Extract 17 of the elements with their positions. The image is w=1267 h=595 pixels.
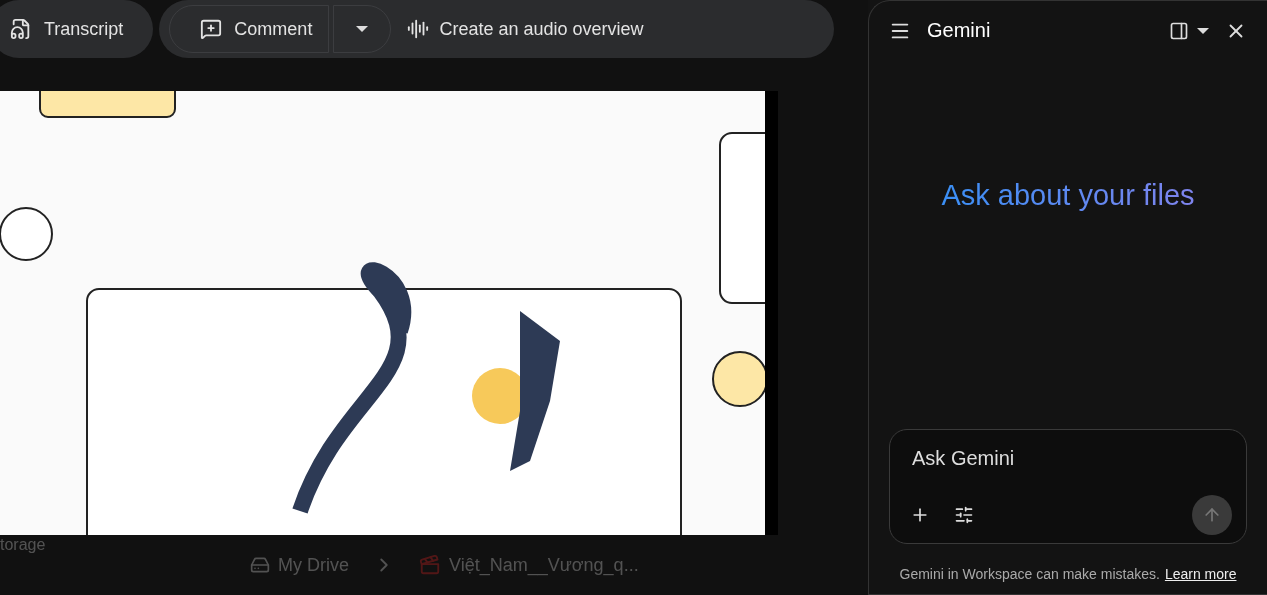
transcript-button[interactable]: Transcript bbox=[0, 0, 154, 58]
tools-button[interactable] bbox=[954, 505, 974, 525]
disclaimer-text: Gemini in Workspace can make mistakes. bbox=[899, 566, 1160, 582]
audio-overview-button[interactable]: Create an audio overview bbox=[395, 5, 656, 53]
drive-icon bbox=[250, 555, 270, 575]
comment-icon bbox=[200, 18, 223, 40]
learn-more-link[interactable]: Learn more bbox=[1164, 566, 1237, 582]
storage-text: torage bbox=[0, 536, 47, 554]
audio-icon bbox=[407, 18, 430, 40]
video-file-icon bbox=[419, 554, 441, 576]
layout-button[interactable] bbox=[1169, 20, 1209, 41]
send-button[interactable] bbox=[1192, 495, 1232, 535]
transcript-icon bbox=[10, 18, 32, 40]
caret-icon bbox=[1197, 27, 1209, 34]
caret-icon bbox=[356, 26, 369, 32]
prompt-input[interactable]: Ask Gemini bbox=[910, 446, 1232, 471]
panel-title: Gemini bbox=[927, 19, 992, 42]
